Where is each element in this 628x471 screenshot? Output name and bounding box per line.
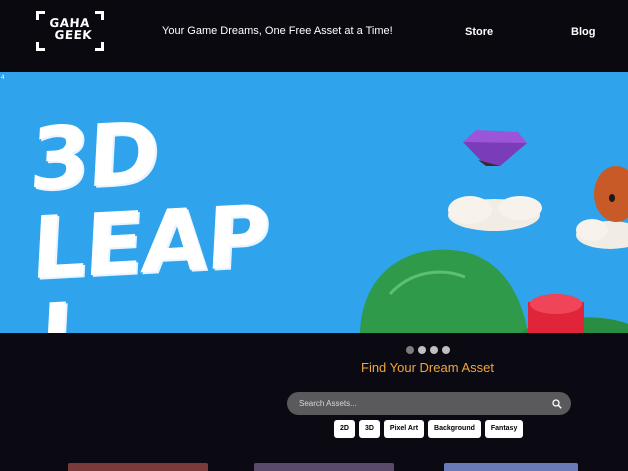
carousel-dot[interactable] bbox=[442, 346, 450, 354]
logo-corner bbox=[95, 11, 104, 20]
logo-corner bbox=[36, 11, 45, 20]
hero-corner-mark: 4 bbox=[1, 75, 5, 81]
search-section-title: Find Your Dream Asset bbox=[361, 360, 494, 375]
carousel-dot[interactable] bbox=[406, 346, 414, 354]
asset-thumbnail[interactable] bbox=[444, 463, 578, 471]
search-icon[interactable] bbox=[552, 399, 562, 409]
tag-pixel-art[interactable]: Pixel Art bbox=[383, 420, 425, 438]
carousel-dot[interactable] bbox=[418, 346, 426, 354]
site-header: GAHA GEEK Your Game Dreams, One Free Ass… bbox=[0, 0, 628, 72]
logo-corner bbox=[36, 42, 45, 51]
search-bar bbox=[287, 392, 571, 415]
tag-3d[interactable]: 3D bbox=[358, 420, 380, 438]
logo-corner bbox=[95, 42, 104, 51]
logo-line-2: GEEK bbox=[54, 28, 93, 42]
asset-thumbnail[interactable] bbox=[68, 463, 208, 471]
tag-fantasy[interactable]: Fantasy bbox=[484, 420, 524, 438]
hero-headline-line-3: L bbox=[37, 284, 95, 333]
tagline: Your Game Dreams, One Free Asset at a Ti… bbox=[162, 25, 393, 37]
search-input[interactable] bbox=[299, 396, 539, 411]
tag-2d[interactable]: 2D bbox=[334, 420, 355, 438]
asset-thumbnails-row bbox=[0, 463, 628, 471]
category-tags: 2D 3D Pixel Art Background Fantasy bbox=[334, 420, 527, 438]
carousel-dots bbox=[406, 341, 454, 354]
tag-background[interactable]: Background bbox=[428, 420, 481, 438]
carousel-dot[interactable] bbox=[430, 346, 438, 354]
nav-store-link[interactable]: Store bbox=[465, 26, 493, 38]
hero-carousel-slide[interactable]: 4 3D LEAP L bbox=[0, 72, 628, 333]
asset-thumbnail[interactable] bbox=[254, 463, 394, 471]
logo[interactable]: GAHA GEEK bbox=[36, 11, 104, 51]
nav-blog-link[interactable]: Blog bbox=[571, 26, 595, 38]
hero-headline-line-2: LEAP bbox=[28, 186, 271, 300]
hero-headline-line-1: 3D bbox=[27, 103, 161, 211]
logo-text: GAHA GEEK bbox=[48, 16, 94, 42]
